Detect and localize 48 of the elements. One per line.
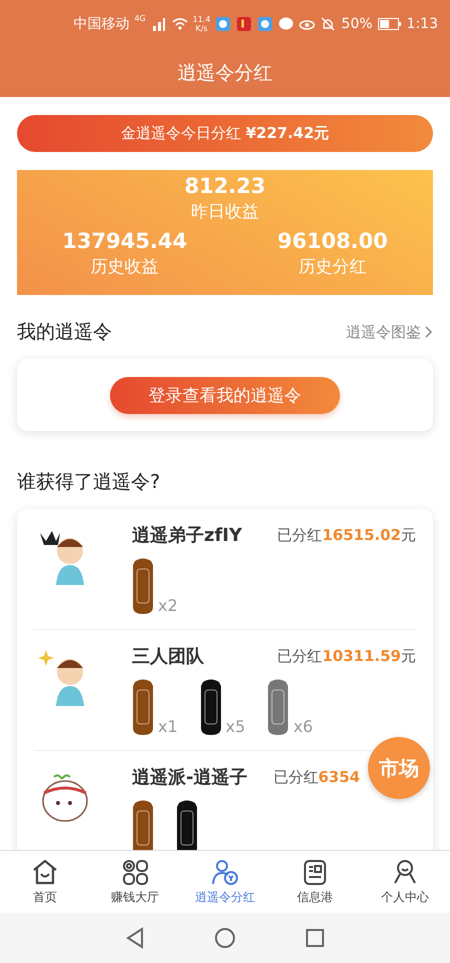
section-title: 谁获得了逍遥令? (17, 470, 160, 495)
home-icon[interactable] (214, 927, 236, 949)
stat-label: 昨日收益 (191, 201, 259, 223)
token-count: x6 (293, 717, 313, 736)
app-notification-icon (215, 17, 232, 31)
recents-icon[interactable] (304, 927, 326, 949)
wifi-icon (172, 17, 188, 31)
battery-percent: 50% (341, 16, 373, 32)
stat-label: 历史收益 (90, 256, 159, 278)
stat-value: 137945.44 (62, 229, 188, 253)
speed-unit: K/s (195, 24, 208, 33)
nav-tab[interactable]: 信息港 (270, 851, 360, 913)
back-icon[interactable] (124, 927, 146, 949)
clock-time: 1:13 (406, 16, 438, 32)
token-count: x5 (226, 717, 246, 736)
app-notification-icon (236, 17, 252, 31)
grid-icon (121, 858, 149, 886)
chat-bubble-icon (278, 17, 294, 31)
home-icon (31, 858, 59, 886)
signal-icon (150, 17, 167, 31)
nav-tab[interactable]: 赚钱大厅 (90, 851, 180, 913)
carrier-name: 中国移动 (73, 15, 130, 33)
nav-tab[interactable]: 个人中心 (360, 851, 450, 913)
dividend-amount: 已分红10311.59元 (277, 646, 416, 666)
network-speed: 11.4 (192, 15, 210, 24)
page-title: 逍遥令分红 (176, 60, 274, 86)
network-type: 4G (134, 14, 146, 23)
stat-label: 历史分红 (298, 256, 367, 278)
user-name: 逍遥派-逍遥子 (132, 766, 248, 789)
battery-icon (378, 18, 402, 30)
dividend-amount: 已分红6354 (273, 768, 360, 786)
newspaper-icon (301, 858, 329, 886)
app-notification-icon (257, 17, 274, 31)
chevron-right-icon (425, 326, 433, 338)
section-title: 我的逍遥令 (17, 320, 112, 345)
user-name: 三人团队 (132, 645, 204, 668)
dividend-banner: 金逍遥令今日分红 ¥227.42元 (17, 115, 433, 152)
bell-muted-icon (320, 17, 336, 31)
dividend-amount: 已分红16515.02元 (277, 526, 416, 544)
token-count: x2 (158, 596, 178, 615)
people-icon (211, 858, 239, 886)
user-name: 逍遥弟子zfIY (132, 524, 242, 547)
stat-value: 96108.00 (278, 229, 388, 253)
catalog-link[interactable]: 逍遥令图鉴 (346, 322, 433, 342)
nav-tab[interactable]: 首页 (0, 851, 90, 913)
nav-tab[interactable]: 逍遥令分红 (180, 851, 270, 913)
token-count: x1 (158, 717, 178, 736)
stat-value: 812.23 (184, 174, 266, 198)
